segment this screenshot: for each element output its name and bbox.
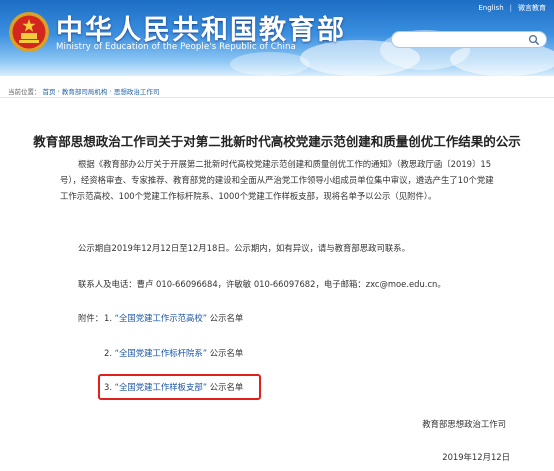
search-box <box>391 31 547 48</box>
attachment-suffix[interactable]: 公示名单 <box>210 348 244 358</box>
contact-paragraph: 联系人及电话：曹卢 010-66096684，许敏敏 010-66097682，… <box>78 279 446 289</box>
article-title: 教育部思想政治工作司关于对第二批新时代高校党建示范创建和质量创优工作结果的公示 <box>33 134 521 149</box>
breadcrumb: 当前位置： 首页 › 教育部司局机构 › 思想政治工作司 <box>8 86 160 97</box>
signature: 教育部思想政治工作司 <box>422 419 506 429</box>
article-paragraph: 公示期自2019年12月12日至12月18日。公示期内，如有异议，请与教育部思政… <box>78 243 410 253</box>
national-emblem-icon[interactable] <box>8 11 50 53</box>
top-links: English | 微言教育 <box>478 3 546 13</box>
attachments-label: 附件： <box>78 313 104 323</box>
highlight-box <box>98 374 261 400</box>
attachment-number: 1. <box>104 313 112 323</box>
attachment-number: 2. <box>104 348 112 358</box>
attachment-link[interactable]: “全国党建工作标杆院系” <box>115 348 207 358</box>
breadcrumb-agencies[interactable]: 教育部司局机构 <box>62 86 108 96</box>
breadcrumb-department[interactable]: 思想政治工作司 <box>114 86 160 96</box>
search-input[interactable] <box>400 34 524 46</box>
chevron-right-icon: › <box>57 87 60 95</box>
attachment-item: 1. “全国党建工作示范高校” 公示名单 <box>104 312 243 324</box>
attachment-link[interactable]: “全国党建工作示范高校” <box>115 313 207 323</box>
cloud-decoration <box>230 52 310 76</box>
site-subtitle: Ministry of Education of the People's Re… <box>56 42 296 52</box>
attachment-suffix[interactable]: 公示名单 <box>210 313 244 323</box>
english-link[interactable]: English <box>478 4 503 12</box>
divider <box>0 97 554 98</box>
article-paragraph: 根据《教育部办公厅关于开展第二批新时代高校党建示范创建和质量创优工作的通知》（教… <box>60 159 494 201</box>
link-separator: | <box>509 4 512 12</box>
breadcrumb-home[interactable]: 首页 <box>43 86 56 96</box>
search-icon[interactable] <box>528 34 540 46</box>
chevron-right-icon: › <box>109 87 112 95</box>
signature-date: 2019年12月12日 <box>442 452 510 462</box>
attachment-item: 2. “全国党建工作标杆院系” 公示名单 <box>104 347 243 359</box>
site-header: 中华人民共和国教育部 Ministry of Education of the … <box>0 0 554 76</box>
breadcrumb-label: 当前位置： <box>8 88 41 96</box>
weiyan-link[interactable]: 微言教育 <box>518 3 546 13</box>
